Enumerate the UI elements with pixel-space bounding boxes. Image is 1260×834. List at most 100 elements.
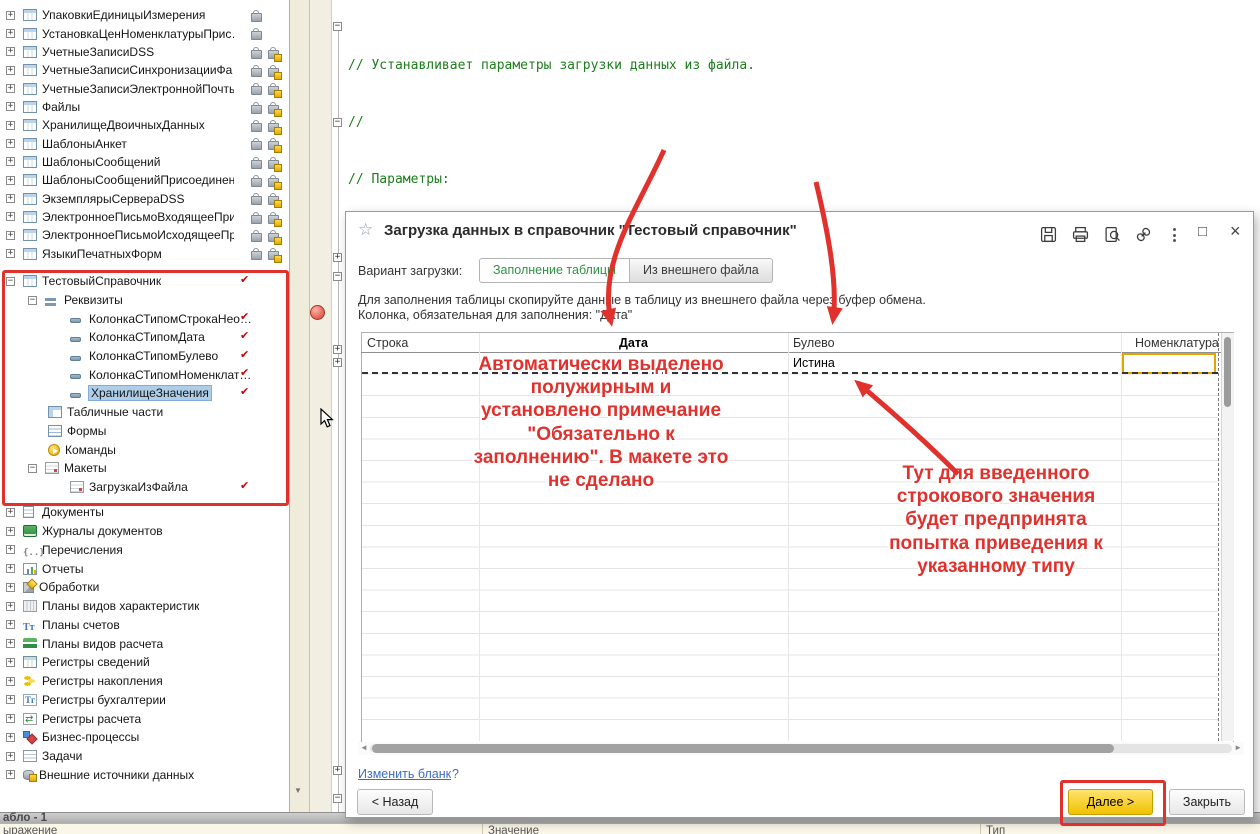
selected-cell[interactable]: [1122, 353, 1216, 374]
scroll-left-icon[interactable]: ◄: [360, 743, 368, 752]
preview-icon[interactable]: [1104, 226, 1121, 243]
fold-expand-icon[interactable]: +: [333, 253, 342, 262]
tree-item-attribute-selected[interactable]: ХранилищеЗначения✔: [0, 384, 289, 403]
tree-item[interactable]: +Регистры бухгалтерии: [0, 691, 289, 710]
expand-icon[interactable]: +: [6, 658, 15, 667]
expand-icon[interactable]: +: [6, 545, 15, 554]
tree-item[interactable]: +Отчеты: [0, 559, 289, 578]
favorite-star-icon[interactable]: ☆: [358, 220, 373, 240]
collapse-icon[interactable]: −: [28, 296, 37, 305]
fold-expand-icon[interactable]: +: [333, 766, 342, 775]
column-header-nomenclature[interactable]: Номенклатура: [1135, 336, 1219, 350]
expand-icon[interactable]: +: [6, 121, 15, 130]
expand-icon[interactable]: +: [6, 212, 15, 221]
scroll-thumb[interactable]: [1224, 337, 1231, 407]
tree-item[interactable]: +УпаковкиЕдиницыИзмерения: [0, 6, 289, 24]
expand-icon[interactable]: +: [6, 11, 15, 20]
tree-item[interactable]: +Обработки: [0, 578, 289, 597]
expand-icon[interactable]: +: [6, 602, 15, 611]
column-header-boolean[interactable]: Булево: [793, 336, 835, 350]
fold-collapse-icon[interactable]: −: [333, 22, 342, 31]
expand-icon[interactable]: +: [6, 194, 15, 203]
tree-item[interactable]: +Планы видов характеристик: [0, 597, 289, 616]
expand-icon[interactable]: +: [6, 157, 15, 166]
tree-item[interactable]: +Перечисления: [0, 541, 289, 560]
expand-icon[interactable]: +: [6, 231, 15, 240]
tree-item[interactable]: +Регистры расчета: [0, 709, 289, 728]
tree-item[interactable]: +ЭкземплярыСервераDSS: [0, 189, 289, 207]
tree-item[interactable]: +Регистры сведений: [0, 653, 289, 672]
table-horizontal-scrollbar[interactable]: ◄ ►: [358, 742, 1244, 755]
scroll-down-icon[interactable]: ▼: [294, 786, 302, 795]
expand-icon[interactable]: +: [6, 66, 15, 75]
scroll-right-icon[interactable]: ►: [1234, 743, 1242, 752]
tree-item[interactable]: +ШаблоныАнкет: [0, 134, 289, 152]
tree-item-attribute[interactable]: КолонкаСТипомНоменклат…✔: [0, 365, 289, 384]
expand-icon[interactable]: +: [6, 47, 15, 56]
tree-item-commands[interactable]: Команды: [0, 440, 289, 459]
tree-item[interactable]: +Внешние источники данных: [0, 766, 289, 785]
tree-item-forms[interactable]: Формы: [0, 422, 289, 441]
expand-icon[interactable]: +: [6, 620, 15, 629]
back-button[interactable]: < Назад: [357, 789, 433, 815]
collapse-icon[interactable]: −: [6, 277, 15, 286]
breakpoint-icon[interactable]: [310, 305, 325, 320]
tree-scrollbar[interactable]: ▼: [290, 0, 310, 813]
next-button[interactable]: Далее >: [1068, 789, 1153, 815]
tree-item[interactable]: +ЭлектронноеПисьмоВходящееПри…: [0, 208, 289, 226]
tree-item[interactable]: +ЯзыкиПечатныхФорм: [0, 244, 289, 262]
tree-item[interactable]: +Бизнес-процессы: [0, 728, 289, 747]
expand-icon[interactable]: +: [6, 677, 15, 686]
fold-collapse-icon[interactable]: −: [333, 118, 342, 127]
collapse-icon[interactable]: −: [28, 464, 37, 473]
save-icon[interactable]: [1040, 226, 1057, 243]
edit-form-link[interactable]: Изменить бланк: [358, 767, 451, 781]
expand-icon[interactable]: +: [6, 139, 15, 148]
tree-item[interactable]: +УчетныеЗаписиЭлектроннойПочты: [0, 79, 289, 97]
tree-item-attribute[interactable]: КолонкаСТипомБулево✔: [0, 347, 289, 366]
tab-fill-table[interactable]: Заполнение таблицы: [479, 258, 630, 283]
tree-item[interactable]: +Документы: [0, 503, 289, 522]
expand-icon[interactable]: +: [6, 29, 15, 38]
tree-item[interactable]: +ХранилищеДвоичныхДанных: [0, 116, 289, 134]
expand-icon[interactable]: +: [6, 508, 15, 517]
help-link[interactable]: ?: [452, 767, 459, 781]
tree-item[interactable]: +УчетныеЗаписиDSS: [0, 43, 289, 61]
tree-item[interactable]: +ШаблоныСообщенийПрисоединенн…: [0, 171, 289, 189]
table-vertical-scrollbar[interactable]: [1221, 333, 1234, 741]
column-header-string[interactable]: Строка: [367, 336, 408, 350]
tree-item[interactable]: +УчетныеЗаписиСинхронизацииФа…: [0, 61, 289, 79]
expand-icon[interactable]: +: [6, 84, 15, 93]
expand-icon[interactable]: +: [6, 527, 15, 536]
link-icon[interactable]: [1135, 226, 1152, 243]
close-button[interactable]: Закрыть: [1169, 789, 1245, 815]
tree-item[interactable]: +Журналы документов: [0, 522, 289, 541]
tree-item[interactable]: +Планы счетов: [0, 616, 289, 635]
fold-collapse-icon[interactable]: −: [333, 272, 342, 281]
tree-item-attribute[interactable]: КолонкаСТипомСтрокаНео…✔: [0, 309, 289, 328]
expand-icon[interactable]: +: [6, 714, 15, 723]
tree-item[interactable]: +Задачи: [0, 747, 289, 766]
fold-collapse-icon[interactable]: −: [333, 794, 342, 803]
tree-item[interactable]: +Планы видов расчета: [0, 634, 289, 653]
tree-item-attribute[interactable]: КолонкаСТипомДата✔: [0, 328, 289, 347]
print-icon[interactable]: [1072, 226, 1089, 243]
expand-icon[interactable]: +: [6, 752, 15, 761]
tree-item-test-catalog[interactable]: −ТестовыйСправочник✔: [0, 272, 289, 291]
breakpoint-margin[interactable]: [310, 0, 332, 833]
tree-item[interactable]: +ШаблоныСообщений: [0, 153, 289, 171]
maximize-icon[interactable]: □: [1198, 223, 1207, 240]
expand-icon[interactable]: +: [6, 102, 15, 111]
column-header-date[interactable]: Дата: [479, 336, 788, 350]
expand-icon[interactable]: +: [6, 564, 15, 573]
tree-item-layouts[interactable]: −Макеты: [0, 459, 289, 478]
expand-icon[interactable]: +: [6, 639, 15, 648]
tree-item[interactable]: +УстановкаЦенНоменклатурыПрис…: [0, 24, 289, 42]
expand-icon[interactable]: +: [6, 249, 15, 258]
fold-expand-icon[interactable]: +: [333, 358, 342, 367]
tree-item[interactable]: +ЭлектронноеПисьмоИсходящееПр…: [0, 226, 289, 244]
close-icon[interactable]: ×: [1230, 221, 1241, 242]
expand-icon[interactable]: +: [6, 695, 15, 704]
expand-icon[interactable]: +: [6, 770, 15, 779]
tree-item-attributes[interactable]: −Реквизиты: [0, 291, 289, 310]
